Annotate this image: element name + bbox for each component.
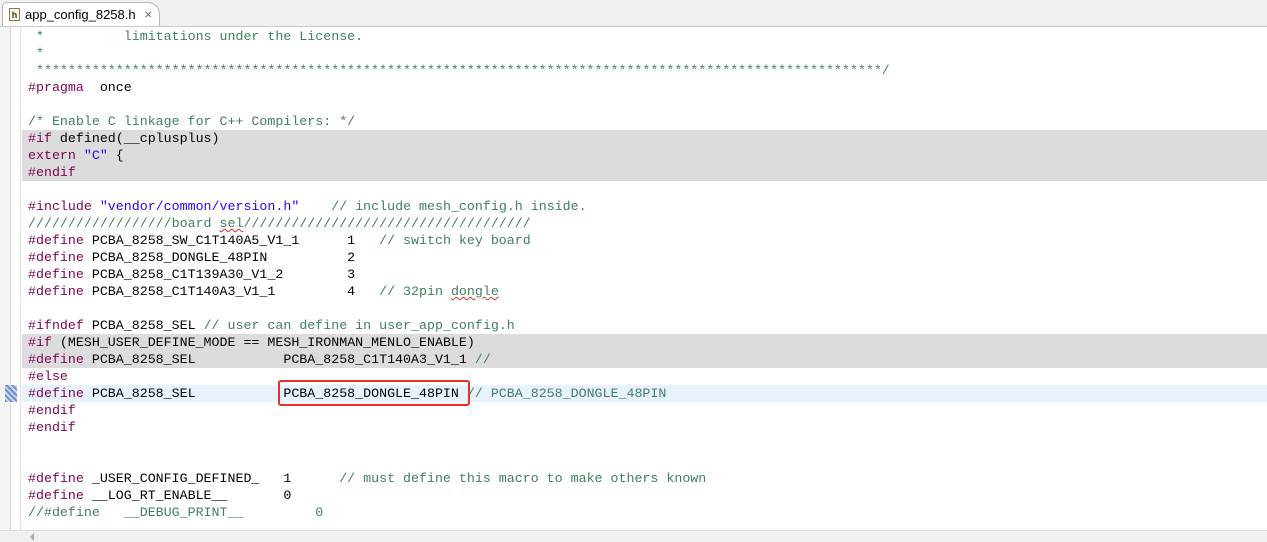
preprocessor-token: #endif: [28, 165, 76, 180]
preprocessor-token: #else: [28, 369, 68, 384]
comment-token: //: [474, 352, 491, 367]
preprocessor-token: #define: [28, 284, 84, 299]
code-line[interactable]: #define PCBA_8258_C1T140A3_V1_1 4 // 32p…: [22, 283, 1267, 300]
code-line[interactable]: *: [22, 45, 1267, 62]
preprocessor-token: #define: [28, 233, 84, 248]
code-line[interactable]: /* Enable C linkage for C++ Compilers: *…: [22, 113, 1267, 130]
comment-token: *: [28, 46, 44, 61]
code-lines[interactable]: * limitations under the License. * *****…: [22, 28, 1267, 521]
code-token: _USER_CONFIG_DEFINED_ 1: [83, 471, 340, 486]
code-line[interactable]: //////////////////board sel/////////////…: [22, 215, 1267, 232]
current-line-marker-icon: [5, 385, 17, 402]
comment-token: // must define this macro to make others…: [339, 471, 707, 486]
preprocessor-token: #define: [28, 267, 84, 282]
preprocessor-token: #if: [28, 131, 52, 146]
highlight-box: [278, 380, 470, 406]
preprocessor-token: #pragma: [28, 80, 84, 95]
tab-app-config-8258-h[interactable]: h app_config_8258.h ⨯: [2, 2, 160, 26]
code-line[interactable]: #endif: [22, 402, 1267, 419]
scroll-left-arrow-icon[interactable]: [30, 533, 34, 541]
code-token: PCBA_8258_SEL PCBA_8258_C1T140A3_V1_1: [83, 352, 475, 367]
comment-token: // user can define in user_app_config.h: [203, 318, 515, 333]
comment-token: //#define __DEBUG_PRINT__ 0: [28, 505, 324, 520]
comment-token: //////////////////board: [28, 216, 220, 231]
code-line[interactable]: #define _USER_CONFIG_DEFINED_ 1 // must …: [22, 470, 1267, 487]
string-token: "vendor/common/version.h": [99, 199, 300, 214]
c-header-file-icon: h: [9, 8, 20, 21]
code-line[interactable]: //#define __DEBUG_PRINT__ 0: [22, 504, 1267, 521]
tab-label: app_config_8258.h: [25, 7, 136, 22]
code-line[interactable]: #if (MESH_USER_DEFINE_MODE == MESH_IRONM…: [22, 334, 1267, 351]
code-line[interactable]: [22, 96, 1267, 113]
code-token: once: [83, 80, 132, 95]
code-line[interactable]: #define PCBA_8258_C1T139A30_V1_2 3: [22, 266, 1267, 283]
preprocessor-token: #endif: [28, 403, 76, 418]
code-line[interactable]: extern "C" {: [22, 147, 1267, 164]
annotation-ruler: [0, 27, 11, 530]
preprocessor-token: #define: [28, 352, 84, 367]
comment-token: // switch key board: [379, 233, 531, 248]
code-line[interactable]: #ifndef PCBA_8258_SEL // user can define…: [22, 317, 1267, 334]
code-token: (MESH_USER_DEFINE_MODE == MESH_IRONMAN_M…: [51, 335, 475, 350]
code-line[interactable]: #define PCBA_8258_DONGLE_48PIN 2: [22, 249, 1267, 266]
code-line[interactable]: #endif: [22, 164, 1267, 181]
preprocessor-token: #define: [28, 488, 84, 503]
string-token: "C": [83, 148, 108, 163]
code-token: defined(__cplusplus): [51, 131, 220, 146]
code-token: __LOG_RT_ENABLE__ 0: [83, 488, 292, 503]
horizontal-scrollbar[interactable]: [0, 530, 1267, 542]
comment-token: ****************************************…: [28, 63, 890, 78]
preprocessor-token: #ifndef: [28, 318, 84, 333]
preprocessor-token: #if: [28, 335, 52, 350]
comment-token: /* Enable C linkage for C++ Compilers: *…: [28, 114, 356, 129]
code-line[interactable]: * limitations under the License.: [22, 28, 1267, 45]
comment-token: // PCBA_8258_DONGLE_48PIN: [466, 386, 667, 401]
code-token: PCBA_8258_C1T139A30_V1_2 3: [83, 267, 356, 282]
code-line[interactable]: #include "vendor/common/version.h" // in…: [22, 198, 1267, 215]
code-line[interactable]: #define PCBA_8258_SEL PCBA_8258_C1T140A3…: [22, 351, 1267, 368]
preprocessor-token: #define: [28, 250, 84, 265]
code-token: PCBA_8258_SW_C1T140A5_V1_1 1: [83, 233, 380, 248]
code-line[interactable]: #endif: [22, 419, 1267, 436]
preprocessor-token: #endif: [28, 420, 76, 435]
code-line[interactable]: #define __LOG_RT_ENABLE__ 0: [22, 487, 1267, 504]
code-line[interactable]: #define PCBA_8258_SW_C1T140A5_V1_1 1 // …: [22, 232, 1267, 249]
comment-token: sel: [219, 216, 244, 231]
code-line[interactable]: #define PCBA_8258_SEL PCBA_8258_DONGLE_4…: [22, 385, 1267, 402]
code-editor[interactable]: * limitations under the License. * *****…: [0, 27, 1267, 530]
code-token: PCBA_8258_SEL: [83, 318, 204, 333]
code-line[interactable]: ****************************************…: [22, 62, 1267, 79]
code-line[interactable]: #if defined(__cplusplus): [22, 130, 1267, 147]
comment-token: * limitations under the License.: [28, 29, 364, 44]
code-token: PCBA_8258_DONGLE_48PIN 2: [83, 250, 356, 265]
preprocessor-token: #define: [28, 471, 84, 486]
code-line[interactable]: [22, 436, 1267, 453]
code-line[interactable]: [22, 300, 1267, 317]
close-icon[interactable]: ⨯: [144, 8, 153, 21]
comment-token: // include mesh_config.h inside.: [331, 199, 587, 214]
code-token: {: [107, 148, 124, 163]
code-line[interactable]: [22, 181, 1267, 198]
code-line[interactable]: #pragma once: [22, 79, 1267, 96]
comment-token: // 32pin: [379, 284, 451, 299]
editor-gutter: [0, 27, 21, 530]
comment-token: dongle: [450, 284, 499, 299]
code-line[interactable]: #else: [22, 368, 1267, 385]
comment-token: ////////////////////////////////////: [243, 216, 531, 231]
preprocessor-token: #define: [28, 386, 84, 401]
editor-tab-bar: h app_config_8258.h ⨯: [0, 0, 1267, 27]
code-line[interactable]: [22, 453, 1267, 470]
preprocessor-token: #include: [28, 199, 92, 214]
code-token: PCBA_8258_C1T140A3_V1_1 4: [83, 284, 380, 299]
preprocessor-token: extern: [28, 148, 76, 163]
